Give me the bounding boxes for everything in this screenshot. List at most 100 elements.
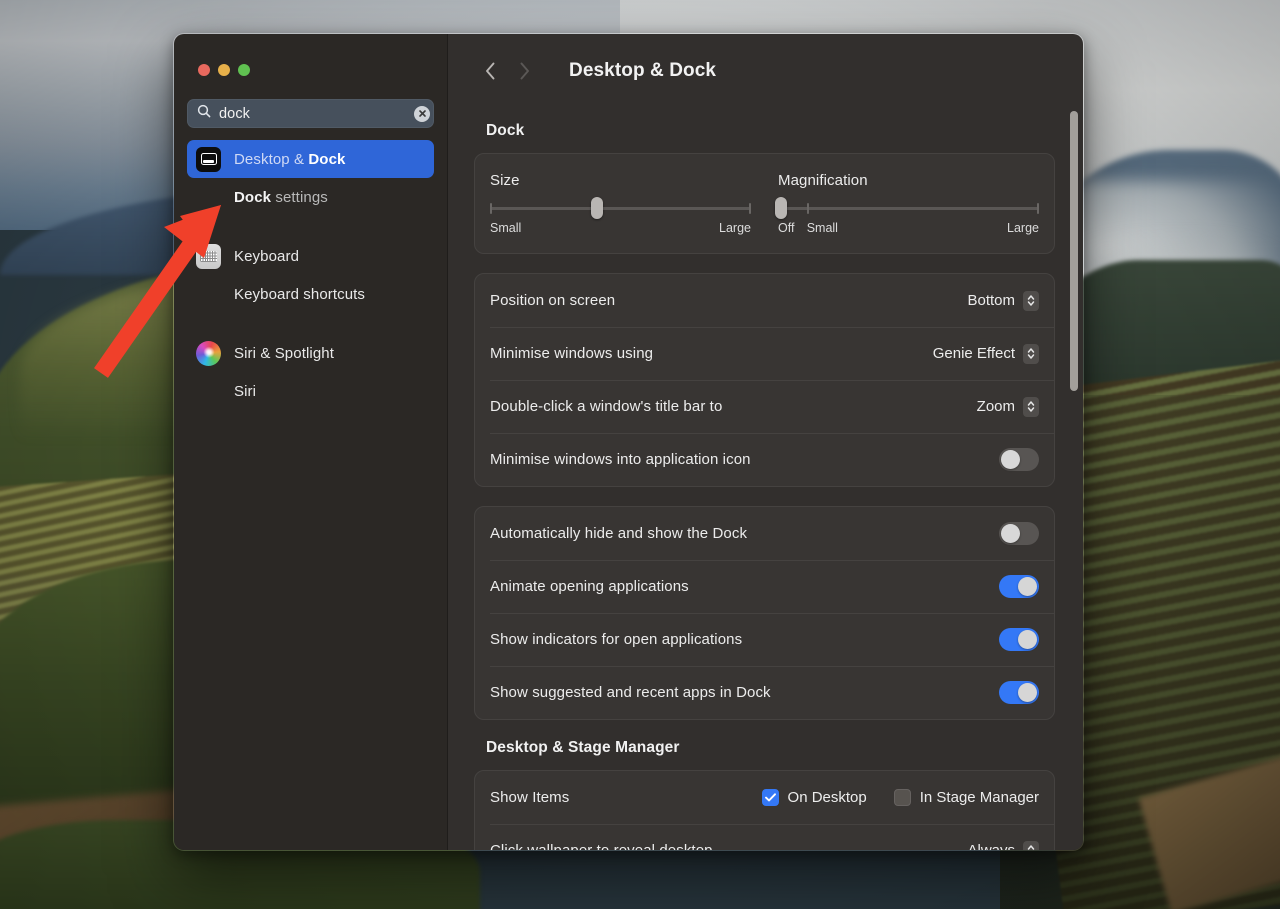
magnification-slider-tick-max: [1037, 203, 1039, 214]
row-label: Minimise windows using: [490, 345, 654, 362]
row-animate-opening-apps[interactable]: Animate opening applications: [475, 560, 1054, 613]
popup-value: Bottom: [967, 292, 1015, 309]
magnification-slider-tick-small: [806, 203, 809, 214]
sidebar: Desktop & Dock Dock settings Keyboard Ke…: [174, 34, 448, 850]
auto-hide-dock-toggle[interactable]: [999, 522, 1039, 545]
animate-opening-apps-toggle[interactable]: [999, 575, 1039, 598]
chevron-left-icon: [485, 62, 494, 80]
minimize-button[interactable]: [218, 64, 230, 76]
sidebar-item-label: Keyboard shortcuts: [234, 285, 366, 303]
row-position-on-screen[interactable]: Position on screen Bottom: [475, 274, 1054, 327]
list-separator: [187, 216, 434, 237]
magnification-slider-thumb[interactable]: [774, 197, 787, 219]
dock-size-slider-group: Size Small Large: [490, 172, 751, 237]
row-minimise-into-app-icon[interactable]: Minimise windows into application icon: [475, 433, 1054, 486]
content-pane: Desktop & Dock Dock Size Small Large Mag…: [448, 34, 1083, 850]
sidebar-item-label: Dock settings: [234, 188, 328, 206]
system-settings-window: Desktop & Dock Dock settings Keyboard Ke…: [173, 33, 1084, 851]
row-label: Show suggested and recent apps in Dock: [490, 684, 771, 701]
stage-manager-card: Show Items On Desktop In Stage Manager: [474, 770, 1055, 850]
checkbox-unchecked-icon: [893, 789, 911, 806]
click-wallpaper-popup[interactable]: Always: [967, 840, 1039, 850]
chevron-updown-icon: [1023, 840, 1039, 850]
size-slider[interactable]: [490, 197, 751, 219]
checkbox-label: On Desktop: [787, 789, 867, 806]
row-show-recent-apps[interactable]: Show suggested and recent apps in Dock: [475, 666, 1054, 719]
row-click-wallpaper[interactable]: Click wallpaper to reveal desktop Always: [475, 824, 1054, 850]
search-input[interactable]: [219, 105, 406, 122]
size-slider-thumb[interactable]: [591, 197, 603, 219]
size-slider-min-label: Small: [490, 221, 522, 235]
checkbox-on-desktop[interactable]: On Desktop: [761, 789, 867, 806]
siri-icon: [196, 340, 221, 366]
magnification-slider[interactable]: [774, 197, 1039, 219]
sidebar-item-siri-and-spotlight[interactable]: Siri & Spotlight: [187, 334, 434, 372]
row-minimise-windows-using[interactable]: Minimise windows using Genie Effect: [475, 327, 1054, 380]
toggle-knob: [1001, 524, 1020, 543]
sidebar-item-dock-settings[interactable]: Dock settings: [187, 178, 434, 216]
popup-value: Zoom: [976, 398, 1015, 415]
list-separator: [187, 313, 434, 334]
chevron-updown-icon: [1023, 396, 1039, 417]
search-results-list: Desktop & Dock Dock settings Keyboard Ke…: [187, 140, 434, 410]
show-recent-apps-toggle[interactable]: [999, 681, 1039, 704]
sidebar-item-keyboard-shortcuts[interactable]: Keyboard shortcuts: [187, 275, 434, 313]
close-button[interactable]: [198, 64, 210, 76]
size-slider-max-label: Large: [719, 221, 751, 235]
magnification-min-label: Small: [806, 221, 838, 235]
minimise-effect-popup[interactable]: Genie Effect: [932, 343, 1039, 364]
minimise-into-app-icon-toggle[interactable]: [999, 448, 1039, 471]
row-label: Automatically hide and show the Dock: [490, 525, 748, 542]
row-label: Minimise windows into application icon: [490, 451, 751, 468]
sidebar-item-desktop-and-dock[interactable]: Desktop & Dock: [187, 140, 434, 178]
show-indicators-toggle[interactable]: [999, 628, 1039, 651]
row-label: Double-click a window's title bar to: [490, 398, 723, 415]
row-double-click-title-bar[interactable]: Double-click a window's title bar to Zoo…: [475, 380, 1054, 433]
double-click-action-popup[interactable]: Zoom: [976, 396, 1039, 417]
magnification-off-label: Off: [778, 221, 795, 235]
search-icon: [197, 104, 211, 123]
sidebar-item-label: Siri: [234, 382, 257, 400]
sidebar-item-keyboard[interactable]: Keyboard: [187, 237, 434, 275]
toggle-knob: [1018, 630, 1037, 649]
magnification-slider-label: Magnification: [778, 172, 868, 189]
size-slider-tick-min: [490, 203, 492, 214]
popup-value: Always: [967, 842, 1015, 850]
checkbox-checked-icon: [761, 789, 779, 806]
size-slider-track: [490, 207, 751, 210]
row-label: Animate opening applications: [490, 578, 689, 595]
magnification-max-label: Large: [1007, 221, 1039, 235]
vertical-scrollbar[interactable]: [1070, 111, 1078, 391]
settings-scroll-area[interactable]: Dock Size Small Large Magnification Off …: [448, 108, 1083, 850]
forward-button[interactable]: [507, 54, 541, 88]
toggle-knob: [1001, 450, 1020, 469]
row-show-indicators[interactable]: Show indicators for open applications: [475, 613, 1054, 666]
page-title: Desktop & Dock: [569, 60, 717, 81]
section-heading-dock: Dock: [486, 122, 525, 139]
row-label: Show Items: [490, 789, 570, 806]
checkbox-in-stage-manager[interactable]: In Stage Manager: [893, 789, 1039, 806]
search-field[interactable]: [187, 99, 434, 128]
chevron-updown-icon: [1023, 290, 1039, 311]
size-slider-tick-max: [749, 203, 751, 214]
sidebar-item-label: Desktop & Dock: [234, 150, 346, 168]
window-traffic-lights: [187, 34, 434, 76]
popup-value: Genie Effect: [932, 345, 1015, 362]
clear-search-icon[interactable]: [414, 105, 430, 122]
dock-behavior-card: Position on screen Bottom Minimise windo…: [474, 273, 1055, 487]
desktop-dock-icon: [196, 146, 221, 172]
sidebar-item-siri[interactable]: Siri: [187, 372, 434, 410]
sidebar-item-label: Keyboard: [234, 247, 300, 265]
row-auto-hide-dock[interactable]: Automatically hide and show the Dock: [475, 507, 1054, 560]
position-on-screen-popup[interactable]: Bottom: [967, 290, 1039, 311]
dock-options-card: Automatically hide and show the Dock Ani…: [474, 506, 1055, 720]
sidebar-item-label: Siri & Spotlight: [234, 344, 334, 362]
dock-magnification-slider-group: Magnification Off Small Large: [751, 172, 1039, 237]
chevron-updown-icon: [1023, 343, 1039, 364]
back-button[interactable]: [473, 54, 507, 88]
row-show-items[interactable]: Show Items On Desktop In Stage Manager: [475, 771, 1054, 824]
row-label: Position on screen: [490, 292, 616, 309]
section-heading-stage-manager: Desktop & Stage Manager: [486, 739, 680, 756]
zoom-button[interactable]: [238, 64, 250, 76]
show-items-checkbox-group: On Desktop In Stage Manager: [761, 789, 1039, 806]
